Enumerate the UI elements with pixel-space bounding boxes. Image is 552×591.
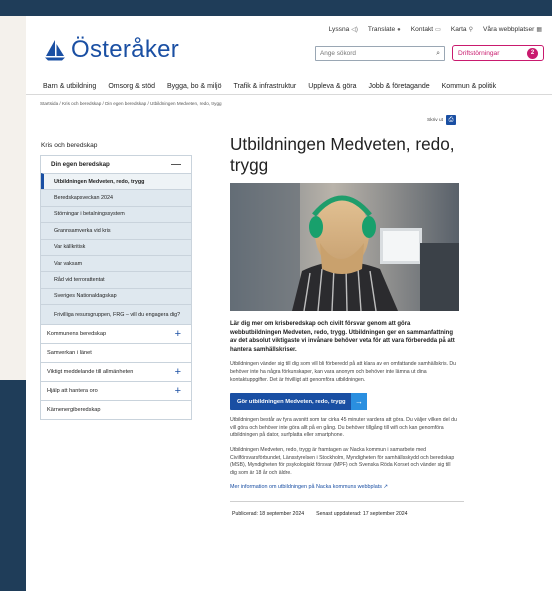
- main-navigation: Barn & utbildning Omsorg & stöd Bygga, b…: [43, 83, 496, 90]
- sidebar-item-utbildningen[interactable]: Utbildningen Medveten, redo, trygg: [41, 173, 191, 190]
- nav-item-barn-utbildning[interactable]: Barn & utbildning: [43, 83, 96, 90]
- print-button[interactable]: Skriv ut ⎙: [427, 115, 456, 125]
- background-panel: [0, 16, 26, 380]
- ship-logo-icon: [45, 40, 65, 61]
- page-title: Utbildningen Medveten, redo, trygg: [230, 134, 455, 175]
- sidebar-item-viktigt-meddelande[interactable]: Viktigt meddelande till allmänheten +: [41, 362, 191, 382]
- article-paragraph-partners: Utbildningen Medveten, redo, trygg är fr…: [230, 446, 455, 476]
- sidebar-item-frg[interactable]: Frivilliga resursgruppen, FRG – vill du …: [41, 304, 191, 325]
- sidebar-item-grannsamverka[interactable]: Grannsamverka vid kris: [41, 222, 191, 239]
- print-icon: ⎙: [446, 115, 456, 125]
- start-course-label: Gör utbildningen Medveten, redo, trygg: [237, 398, 346, 405]
- sidebar: Kris och beredskap Din egen beredskap — …: [40, 142, 192, 421]
- updated-date: Senast uppdaterad: 17 september 2024: [316, 511, 408, 518]
- collapse-icon[interactable]: —: [171, 159, 181, 170]
- arrow-right-icon: →: [351, 393, 367, 411]
- article-lead: Lär dig mer om krisberedskap och civilt …: [230, 321, 455, 353]
- utility-sites[interactable]: Våra webbplatser ▦: [483, 26, 542, 33]
- disruptions-label: Driftstörningar: [458, 49, 500, 57]
- sidebar-item-kommunens-beredskap[interactable]: Kommunens beredskap +: [41, 324, 191, 344]
- sidebar-item-beredskapsveckan[interactable]: Beredskapsveckan 2024: [41, 189, 191, 206]
- utility-map[interactable]: Karta ⚲: [451, 26, 473, 33]
- hero-image: [230, 183, 459, 311]
- sidebar-menu: Din egen beredskap — Utbildningen Medvet…: [40, 155, 192, 421]
- nav-divider: [26, 94, 552, 95]
- more-info-link[interactable]: Mer information om utbildningen på Nacka…: [230, 484, 464, 490]
- article-paragraph-structure: Utbildningen består av fyra avsnitt som …: [230, 417, 457, 439]
- sidebar-title[interactable]: Kris och beredskap: [40, 142, 192, 149]
- nav-item-bygga-bo-miljo[interactable]: Bygga, bo & miljö: [167, 83, 221, 90]
- site-logo[interactable]: Österåker: [43, 36, 179, 64]
- disruptions-count-badge: 2: [527, 47, 538, 59]
- article-paragraph-intro: Utbildningen vänder sig till dig som vil…: [230, 361, 457, 383]
- grid-icon: ▦: [536, 27, 542, 33]
- chat-icon: ▭: [435, 27, 441, 33]
- sidebar-item-betalningssystem[interactable]: Störningar i betalningssystem: [41, 205, 191, 223]
- background-band-top: [0, 0, 552, 16]
- search-icon[interactable]: ⌕: [436, 50, 440, 58]
- nav-item-kommun-politik[interactable]: Kommun & politik: [442, 83, 496, 90]
- logo-text: Österåker: [71, 36, 180, 63]
- start-course-button[interactable]: Gör utbildningen Medveten, redo, trygg →: [230, 393, 367, 411]
- article: Utbildningen Medveten, redo, trygg Lär d…: [230, 134, 464, 517]
- globe-icon: ●: [397, 26, 401, 33]
- expand-icon[interactable]: +: [175, 385, 181, 397]
- sidebar-section-din-egen-beredskap[interactable]: Din egen beredskap —: [41, 156, 191, 173]
- utility-translate[interactable]: Translate ●: [368, 26, 401, 33]
- utility-bar: Lyssna ◁) Translate ● Kontakt ▭ Karta ⚲ Våra…: [329, 26, 542, 33]
- print-label: Skriv ut: [427, 117, 443, 123]
- sidebar-item-karnenergi[interactable]: Kärnenergiberedskap: [41, 400, 191, 420]
- nav-item-trafik[interactable]: Trafik & infrastruktur: [234, 83, 297, 90]
- breadcrumb[interactable]: Startsida / Kris och beredskap / Din ege…: [40, 101, 222, 106]
- utility-listen[interactable]: Lyssna ◁): [329, 26, 358, 33]
- expand-icon[interactable]: +: [175, 366, 181, 378]
- search-box[interactable]: ⌕: [315, 46, 445, 61]
- page: Lyssna ◁) Translate ● Kontakt ▭ Karta ⚲ Våra…: [26, 16, 552, 591]
- nav-item-omsorg-stod[interactable]: Omsorg & stöd: [108, 83, 155, 90]
- sidebar-item-terrorattentat[interactable]: Råd vid terrorattentat: [41, 271, 191, 288]
- sidebar-item-vaksam[interactable]: Var vaksam: [41, 254, 191, 272]
- sidebar-item-hantera-oro[interactable]: Hjälp att hantera oro +: [41, 381, 191, 401]
- background-band-left: [0, 380, 26, 591]
- sidebar-item-kallkritisk[interactable]: Var källkritisk: [41, 238, 191, 255]
- published-date: Publicerad: 18 september 2024: [232, 511, 305, 518]
- article-meta: Publicerad: 18 september 2024 Senast upp…: [230, 501, 464, 517]
- sidebar-item-samverkan[interactable]: Samverkan i länet: [41, 343, 191, 363]
- nav-item-uppleva[interactable]: Uppleva & göra: [308, 83, 356, 90]
- pin-icon: ⚲: [468, 27, 473, 33]
- disruptions-button[interactable]: Driftstörningar 2: [452, 45, 544, 61]
- external-link-icon: ↗: [383, 484, 388, 491]
- person-with-headphones-illustration: [230, 183, 459, 311]
- sidebar-item-nationaldagskap[interactable]: Sveriges Nationaldagskap: [41, 287, 191, 305]
- search-input[interactable]: [320, 50, 430, 57]
- expand-icon[interactable]: +: [175, 328, 181, 340]
- speaker-icon: ◁): [351, 27, 358, 33]
- utility-contact[interactable]: Kontakt ▭: [411, 26, 441, 33]
- nav-item-jobb[interactable]: Jobb & företagande: [369, 83, 430, 90]
